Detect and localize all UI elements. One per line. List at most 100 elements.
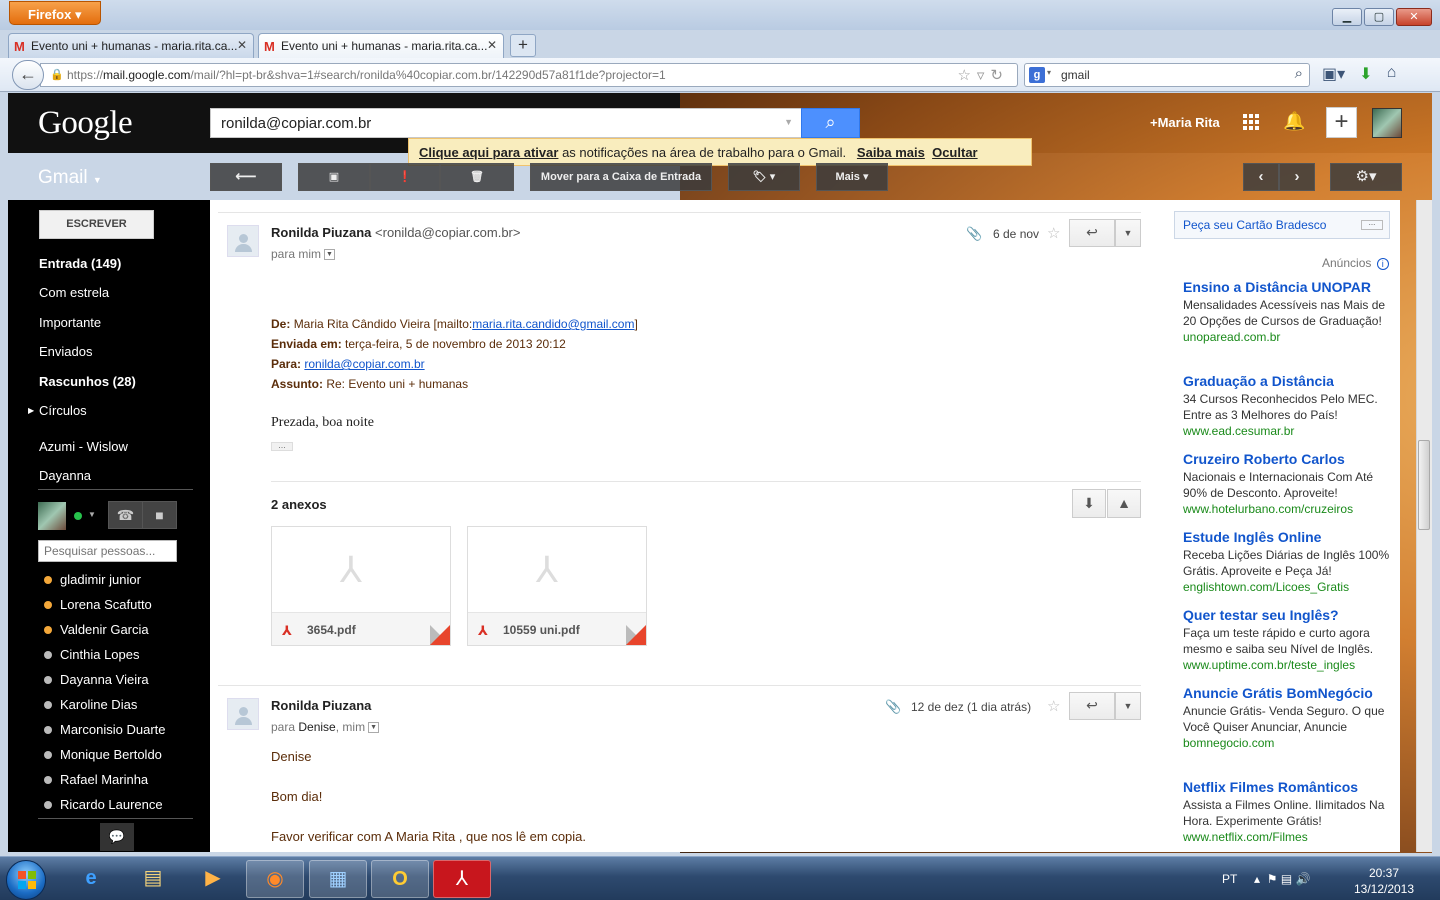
label-circles[interactable]: Círculos bbox=[39, 403, 87, 418]
contact-item[interactable]: Monique Bertoldo bbox=[60, 747, 162, 762]
apps-grid-icon[interactable] bbox=[1243, 114, 1259, 130]
gmail-search-button[interactable]: ⌕ bbox=[801, 108, 860, 138]
home-icon[interactable]: ⌂ bbox=[1387, 64, 1397, 84]
network-icon[interactable]: ▤ bbox=[1281, 872, 1292, 886]
ad-item[interactable]: Netflix Filmes Românticos Assista a Filme… bbox=[1183, 779, 1393, 844]
activate-notifications-link[interactable]: Clique aqui para ativar bbox=[419, 145, 558, 160]
gmail-app-menu[interactable]: Gmail ▼ bbox=[38, 167, 102, 189]
contact-item[interactable]: Valdenir Garcia bbox=[60, 622, 149, 637]
recipients-summary[interactable]: para Denise, mim ▼ bbox=[271, 720, 380, 734]
google-logo[interactable]: Google bbox=[38, 105, 133, 142]
reply-button[interactable]: ↩ bbox=[1069, 219, 1115, 247]
learn-more-link[interactable]: Saiba mais bbox=[857, 145, 925, 160]
contact-item[interactable]: gladimir junior bbox=[60, 572, 141, 587]
new-tab-button[interactable]: + bbox=[510, 34, 536, 57]
message-more-button[interactable]: ▼ bbox=[1115, 219, 1141, 247]
ad-url[interactable]: www.hotelurbano.com/cruzeiros bbox=[1183, 502, 1393, 516]
network-app-icon[interactable]: ▦ bbox=[309, 860, 367, 898]
label-azumi-wislow[interactable]: Azumi - Wislow bbox=[39, 439, 128, 454]
phone-call-button[interactable]: ☎ bbox=[108, 501, 143, 529]
internet-explorer-icon[interactable]: e bbox=[62, 860, 120, 898]
media-player-icon[interactable]: ▶ bbox=[184, 860, 242, 898]
ad-url[interactable]: www.uptime.com.br/teste_ingles bbox=[1183, 658, 1393, 672]
bookmark-star-icon[interactable]: ☆ bbox=[957, 67, 976, 84]
notifications-bell-icon[interactable]: 🔔 bbox=[1283, 111, 1305, 132]
ad-url[interactable]: bomnegocio.com bbox=[1183, 736, 1393, 750]
contact-item[interactable]: Karoline Dias bbox=[60, 697, 137, 712]
reload-icon[interactable]: ↻ bbox=[990, 67, 1009, 84]
browser-tab[interactable]: M Evento uni + humanas - maria.rita.ca..… bbox=[8, 33, 254, 58]
ad-title[interactable]: Graduação a Distância bbox=[1183, 373, 1393, 389]
message-more-button[interactable]: ▼ bbox=[1115, 692, 1141, 720]
ad-item[interactable]: Anuncie Grátis BomNegócio Anuncie Grátis-… bbox=[1183, 685, 1393, 750]
attachment-card[interactable]: ⅄ ⅄ 3654.pdf bbox=[271, 526, 451, 646]
message-sender[interactable]: Ronilda Piuzana <ronilda@copiar.com.br> bbox=[271, 225, 520, 240]
hide-notification-link[interactable]: Ocultar bbox=[932, 145, 978, 160]
ad-url[interactable]: englishtown.com/Licoes_Gratis bbox=[1183, 580, 1393, 594]
ad-item[interactable]: Quer testar seu Inglês? Faça um teste ráp… bbox=[1183, 607, 1393, 672]
attachment-card[interactable]: ⅄ ⅄ 10559 uni.pdf bbox=[467, 526, 647, 646]
bookmarks-menu-icon[interactable]: ▣▾ bbox=[1322, 64, 1345, 84]
ad-item[interactable]: Ensino a Distância UNOPAR Mensalidades Ac… bbox=[1183, 279, 1393, 344]
settings-button[interactable]: ⚙▾ bbox=[1330, 163, 1402, 191]
maximize-button[interactable]: ▢ bbox=[1364, 8, 1394, 26]
minimize-button[interactable]: ▁ bbox=[1332, 8, 1362, 26]
ad-item[interactable]: Cruzeiro Roberto Carlos Nacionais e Inter… bbox=[1183, 451, 1393, 516]
ad-title[interactable]: Cruzeiro Roberto Carlos bbox=[1183, 451, 1393, 467]
move-to-inbox-button[interactable]: Mover para a Caixa de Entrada bbox=[530, 163, 712, 191]
message-sender[interactable]: Ronilda Piuzana bbox=[271, 698, 371, 713]
archive-button[interactable]: ▣ bbox=[298, 163, 370, 191]
ad-title[interactable]: Anuncie Grátis BomNegócio bbox=[1183, 685, 1393, 701]
show-trimmed-content-button[interactable]: ... bbox=[271, 441, 293, 451]
browser-tab-active[interactable]: M Evento uni + humanas - maria.rita.ca..… bbox=[258, 33, 504, 58]
outlook-icon[interactable]: O bbox=[371, 860, 429, 898]
language-indicator[interactable]: PT bbox=[1222, 872, 1237, 886]
delete-button[interactable]: 🗑 bbox=[440, 163, 514, 191]
close-tab-icon[interactable]: ✕ bbox=[237, 38, 247, 52]
google-engine-icon[interactable]: g bbox=[1029, 67, 1045, 83]
contact-item[interactable]: Ricardo Laurence bbox=[60, 797, 163, 812]
promo-menu-icon[interactable]: ... bbox=[1361, 219, 1383, 230]
ad-url[interactable]: unoparead.com.br bbox=[1183, 330, 1393, 344]
download-icon[interactable]: ⬇ bbox=[1359, 64, 1372, 84]
star-icon[interactable]: ☆ bbox=[1047, 697, 1060, 715]
compose-button[interactable]: ESCREVER bbox=[39, 210, 154, 239]
label-drafts[interactable]: Rascunhos (28) bbox=[39, 374, 136, 389]
video-call-button[interactable]: ■ bbox=[142, 501, 177, 529]
my-chat-avatar[interactable] bbox=[38, 502, 66, 530]
firefox-menu-button[interactable]: Firefox ▾ bbox=[9, 1, 101, 25]
ad-title[interactable]: Ensino a Distância UNOPAR bbox=[1183, 279, 1393, 295]
url-bar[interactable]: 🔒 https://mail.google.com/mail/?hl=pt-br… bbox=[40, 63, 1018, 87]
contact-item[interactable]: Rafael Marinha bbox=[60, 772, 148, 787]
ad-item[interactable]: Graduação a Distância 34 Cursos Reconheci… bbox=[1183, 373, 1393, 438]
scrollbar-thumb[interactable] bbox=[1418, 440, 1430, 530]
search-icon[interactable]: ⌕ bbox=[1295, 65, 1303, 82]
ad-url[interactable]: www.ead.cesumar.br bbox=[1183, 424, 1393, 438]
more-actions-button[interactable]: Mais ▾ bbox=[816, 163, 888, 191]
show-details-dropdown-icon[interactable]: ▼ bbox=[368, 722, 380, 734]
ad-title[interactable]: Quer testar seu Inglês? bbox=[1183, 607, 1393, 623]
search-options-dropdown-icon[interactable]: ▼ bbox=[784, 117, 793, 127]
promo-link[interactable]: Peça seu Cartão Bradesco... bbox=[1174, 211, 1390, 239]
contact-item[interactable]: Lorena Scafutto bbox=[60, 597, 152, 612]
status-dropdown-icon[interactable]: ▼ bbox=[88, 510, 96, 519]
to-email-link[interactable]: ronilda@copiar.com.br bbox=[304, 357, 424, 371]
browser-search-box[interactable]: g ▾ gmail ⌕ bbox=[1024, 63, 1310, 87]
user-profile-link[interactable]: +Maria Rita bbox=[1150, 115, 1220, 130]
account-avatar[interactable] bbox=[1372, 108, 1402, 138]
hangouts-chat-button[interactable]: 💬 bbox=[100, 823, 134, 851]
close-tab-icon[interactable]: ✕ bbox=[487, 38, 497, 52]
label-sent[interactable]: Enviados bbox=[39, 344, 92, 359]
star-icon[interactable]: ☆ bbox=[1047, 224, 1060, 242]
labels-button[interactable]: 🏷 ▾ bbox=[728, 163, 800, 191]
report-spam-button[interactable]: ❗ bbox=[370, 163, 440, 191]
older-button[interactable]: › bbox=[1279, 163, 1315, 191]
label-dayanna[interactable]: Dayanna bbox=[39, 468, 91, 483]
search-people-input[interactable] bbox=[38, 540, 177, 562]
file-explorer-icon[interactable]: ▤ bbox=[124, 860, 182, 898]
firefox-taskbar-icon[interactable]: ◉ bbox=[246, 860, 304, 898]
back-button[interactable]: ← bbox=[12, 60, 44, 90]
info-icon[interactable]: i bbox=[1376, 258, 1389, 270]
ad-title[interactable]: Netflix Filmes Românticos bbox=[1183, 779, 1393, 795]
ad-item[interactable]: Estude Inglês Online Receba Lições Diária… bbox=[1183, 529, 1393, 594]
